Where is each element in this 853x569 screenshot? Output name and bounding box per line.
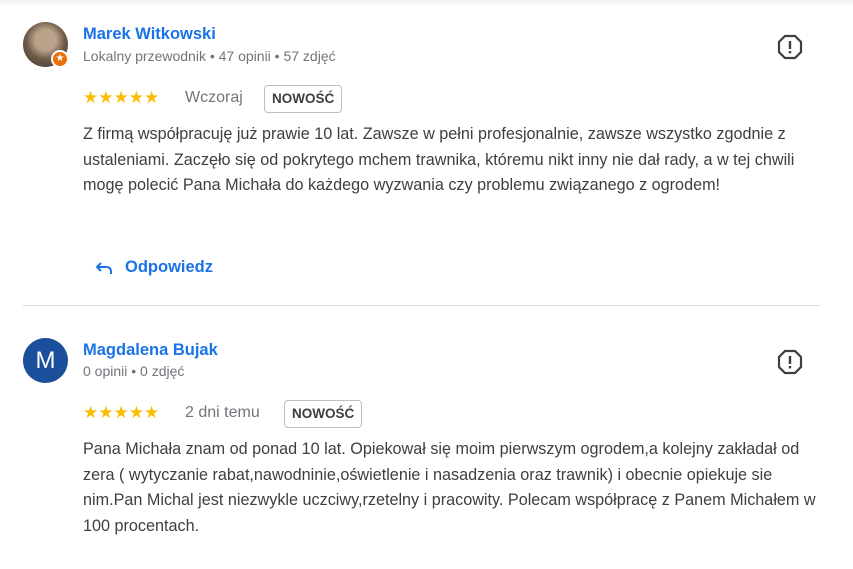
review-card: M Magdalena Bujak 0 opinii • 0 zdjęć ★★★… — [0, 306, 853, 569]
review-text: Pana Michała znam od ponad 10 lat. Opiek… — [83, 440, 816, 535]
rating-stars: ★★★★★ — [83, 403, 160, 422]
new-badge: NOWOŚĆ — [264, 85, 343, 113]
rating-stars: ★★★★★ — [83, 88, 160, 107]
reply-arrow-icon — [95, 261, 112, 274]
reviewer-meta[interactable]: Lokalny przewodnik • 47 opinii • 57 zdję… — [83, 48, 336, 64]
reviewer-name[interactable]: Marek Witkowski — [83, 25, 216, 44]
report-icon[interactable] — [777, 349, 803, 375]
new-badge: NOWOŚĆ — [284, 400, 363, 428]
local-guide-badge-icon: ★ — [51, 50, 69, 68]
reviewer-meta[interactable]: 0 opinii • 0 zdjęć — [83, 363, 184, 379]
review-date: 2 dni temu — [185, 404, 260, 421]
avatar[interactable]: M — [23, 338, 68, 383]
reply-button[interactable]: Odpowiedz — [95, 258, 213, 277]
review-date: Wczoraj — [185, 89, 243, 106]
review-card: ★ Marek Witkowski Lokalny przewodnik • 4… — [0, 0, 853, 305]
review-text: Z firmą współpracuję już prawie 10 lat. … — [83, 125, 795, 194]
report-icon[interactable] — [777, 34, 803, 60]
reviewer-name[interactable]: Magdalena Bujak — [83, 341, 218, 360]
reply-label: Odpowiedz — [125, 258, 213, 276]
